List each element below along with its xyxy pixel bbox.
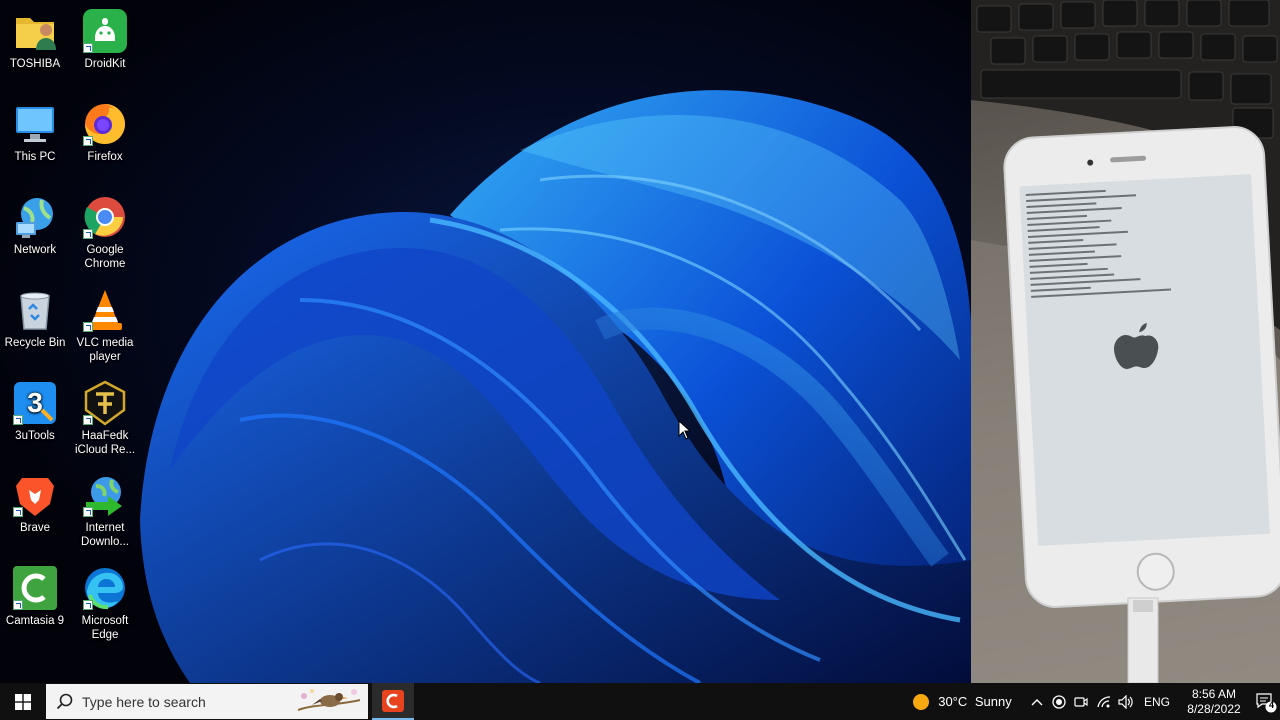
desktop-icon-label: Brave [19, 522, 51, 534]
desktop-icon-label: Network [13, 244, 57, 256]
shortcut-arrow-icon [83, 415, 93, 425]
3utools-icon: 3 [12, 380, 58, 426]
input-language-button[interactable]: ENG [1140, 683, 1174, 720]
shortcut-arrow-icon [13, 507, 23, 517]
shortcut-arrow-icon [13, 600, 23, 610]
wallpaper-bloom [140, 90, 971, 683]
tray-network-button[interactable] [1093, 683, 1115, 720]
camtasia-recorder-icon [382, 689, 404, 712]
action-center-button[interactable]: 4 [1252, 683, 1280, 720]
clock-date: 8/28/2022 [1187, 701, 1241, 716]
desktop-icon-label: Microsoft Edge [81, 615, 129, 641]
vlc-icon [82, 287, 128, 333]
weather-temperature: 30°C [938, 694, 968, 709]
tray-record-button[interactable] [1048, 683, 1070, 720]
desktop-icon-firefox[interactable]: Firefox [70, 101, 140, 164]
sun-icon [913, 693, 930, 710]
desktop-icon-label: Firefox [87, 151, 123, 163]
tray-meet-button[interactable] [1070, 683, 1092, 720]
chevron-up-icon [1031, 698, 1043, 705]
desktop-icon-label: Camtasia 9 [5, 615, 65, 627]
weather-condition: Sunny [974, 694, 1012, 709]
shortcut-arrow-icon [83, 136, 93, 146]
haafedk-icon [82, 380, 128, 426]
desktop-icon-idm[interactable]: Internet Downlo... [70, 472, 140, 549]
droidkit-icon [82, 8, 128, 54]
taskbar: Type here to search 30°C Sunny ENG 8:56 … [0, 683, 1280, 720]
idm-icon [82, 472, 128, 518]
desktop-icon-network[interactable]: Network [0, 194, 70, 257]
search-highlight-bird-icon [297, 689, 361, 711]
camera-icon [1074, 696, 1088, 707]
this-pc-icon [12, 101, 58, 147]
network-icon [12, 194, 58, 240]
taskbar-app-camtasia[interactable] [372, 683, 414, 720]
chrome-icon [82, 194, 128, 240]
record-icon [1052, 694, 1066, 709]
firefox-icon [82, 101, 128, 147]
taskbar-search-box[interactable]: Type here to search [46, 684, 368, 719]
windows-logo-icon [15, 693, 31, 710]
desktop-icon-vlc[interactable]: VLC media player [70, 287, 140, 364]
desktop-icon-label: VLC media player [76, 337, 134, 363]
desktop-icon-label: Google Chrome [84, 244, 126, 270]
desktop-icon-label: 3uTools [15, 430, 55, 442]
phone-photo [971, 0, 1280, 683]
user-folder-icon [12, 8, 58, 54]
shortcut-arrow-icon [83, 322, 93, 332]
notification-count-badge: 4 [1268, 700, 1274, 710]
shortcut-arrow-icon [83, 507, 93, 517]
speaker-icon [1118, 694, 1133, 709]
desktop-icon-label: DroidKit [84, 58, 126, 70]
mouse-cursor-icon [678, 420, 692, 440]
wifi-icon [1097, 695, 1111, 707]
desktop-icon-this-pc[interactable]: This PC [0, 101, 70, 164]
desktop-icon-label: This PC [14, 151, 56, 163]
weather-widget[interactable]: 30°C Sunny [906, 683, 1018, 720]
shortcut-arrow-icon [83, 600, 93, 610]
desktop-icon-haafedk[interactable]: HaaFedk iCloud Re... [70, 380, 140, 457]
desktop-icon-brave[interactable]: Brave [0, 472, 70, 535]
show-hidden-icons-button[interactable] [1026, 683, 1048, 720]
desktop-icon-chrome[interactable]: Google Chrome [70, 194, 140, 271]
edge-icon [82, 565, 128, 611]
language-indicator: ENG [1143, 694, 1170, 709]
desktop-icon-recycle-bin[interactable]: Recycle Bin [0, 287, 70, 350]
desktop-icon-3utools[interactable]: 3 3uTools [0, 380, 70, 443]
camera-overlay [971, 0, 1280, 683]
clock-time: 8:56 AM [1191, 686, 1236, 701]
desktop-icon-edge[interactable]: Microsoft Edge [70, 565, 140, 642]
desktop-icon-camtasia[interactable]: Camtasia 9 [0, 565, 70, 628]
recycle-bin-icon [12, 287, 58, 333]
shortcut-arrow-icon [83, 43, 93, 53]
search-placeholder: Type here to search [82, 693, 206, 710]
desktop-icon-label: Recycle Bin [4, 337, 66, 349]
shortcut-arrow-icon [13, 415, 23, 425]
shortcut-arrow-icon [83, 229, 93, 239]
desktop-icon-label: TOSHIBA [9, 58, 61, 70]
clock-button[interactable]: 8:56 AM 8/28/2022 [1180, 683, 1248, 720]
system-tray: 30°C Sunny ENG 8:56 AM 8/28/2022 4 [900, 683, 1280, 720]
brave-icon [12, 472, 58, 518]
desktop-icon-label: Internet Downlo... [81, 522, 129, 548]
svg-text:3: 3 [27, 387, 43, 418]
camtasia-icon [12, 565, 58, 611]
desktop-icon-label: HaaFedk iCloud Re... [74, 430, 136, 456]
desktop-icon-droidkit[interactable]: DroidKit [70, 8, 140, 71]
tray-volume-button[interactable] [1115, 683, 1137, 720]
desktop-icon-toshiba[interactable]: TOSHIBA [0, 8, 70, 71]
start-button[interactable] [0, 683, 46, 720]
search-icon [56, 693, 73, 709]
desktop[interactable]: TOSHIBA DroidKit This PC Firefox Network [0, 0, 971, 683]
